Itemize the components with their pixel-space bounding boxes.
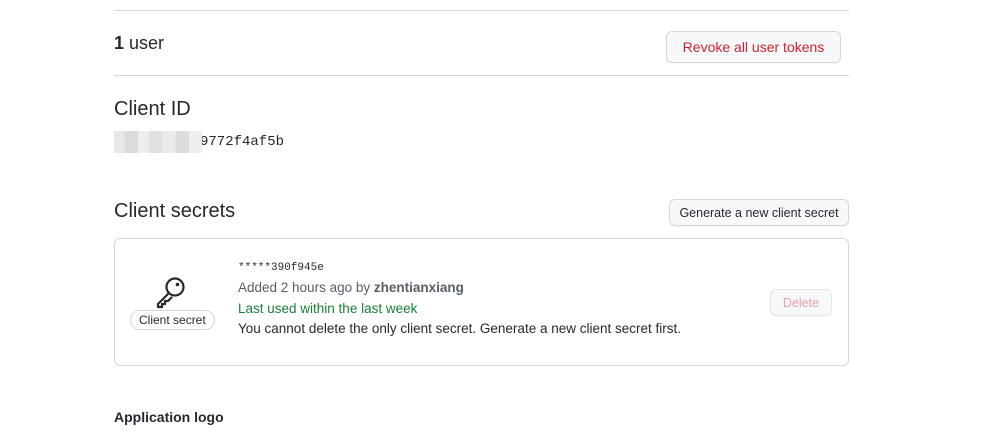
client-secret-card — [114, 238, 849, 366]
client-secret-added-by: zhentianxiang — [373, 280, 464, 295]
client-secret-last-used: Last used within the last week — [238, 301, 418, 316]
client-secret-added-prefix: Added 2 hours ago by — [238, 280, 371, 295]
revoke-all-user-tokens-button[interactable]: Revoke all user tokens — [666, 31, 841, 63]
client-id-row: 9772f4af5b — [114, 131, 284, 153]
client-secret-masked-value: *****390f945e — [238, 262, 324, 274]
generate-new-client-secret-button[interactable]: Generate a new client secret — [669, 199, 849, 226]
client-secrets-title: Client secrets — [114, 200, 236, 222]
delete-client-secret-button[interactable]: Delete — [770, 289, 832, 316]
key-icon — [156, 277, 185, 309]
top-divider — [114, 10, 849, 11]
client-secret-badge: Client secret — [130, 310, 215, 330]
users-count: 1 — [114, 33, 125, 53]
client-id-value[interactable]: 9772f4af5b — [200, 134, 284, 150]
users-count-heading: 1 user — [114, 32, 164, 54]
client-secret-added-info: Added 2 hours ago by zhentianxiang — [238, 279, 464, 297]
application-logo-heading: Application logo — [114, 409, 224, 425]
users-divider — [114, 75, 849, 76]
users-label: user — [129, 33, 165, 53]
client-id-redacted-block — [114, 131, 202, 153]
client-secret-delete-note: You cannot delete the only client secret… — [238, 321, 682, 336]
client-id-title: Client ID — [114, 98, 191, 120]
